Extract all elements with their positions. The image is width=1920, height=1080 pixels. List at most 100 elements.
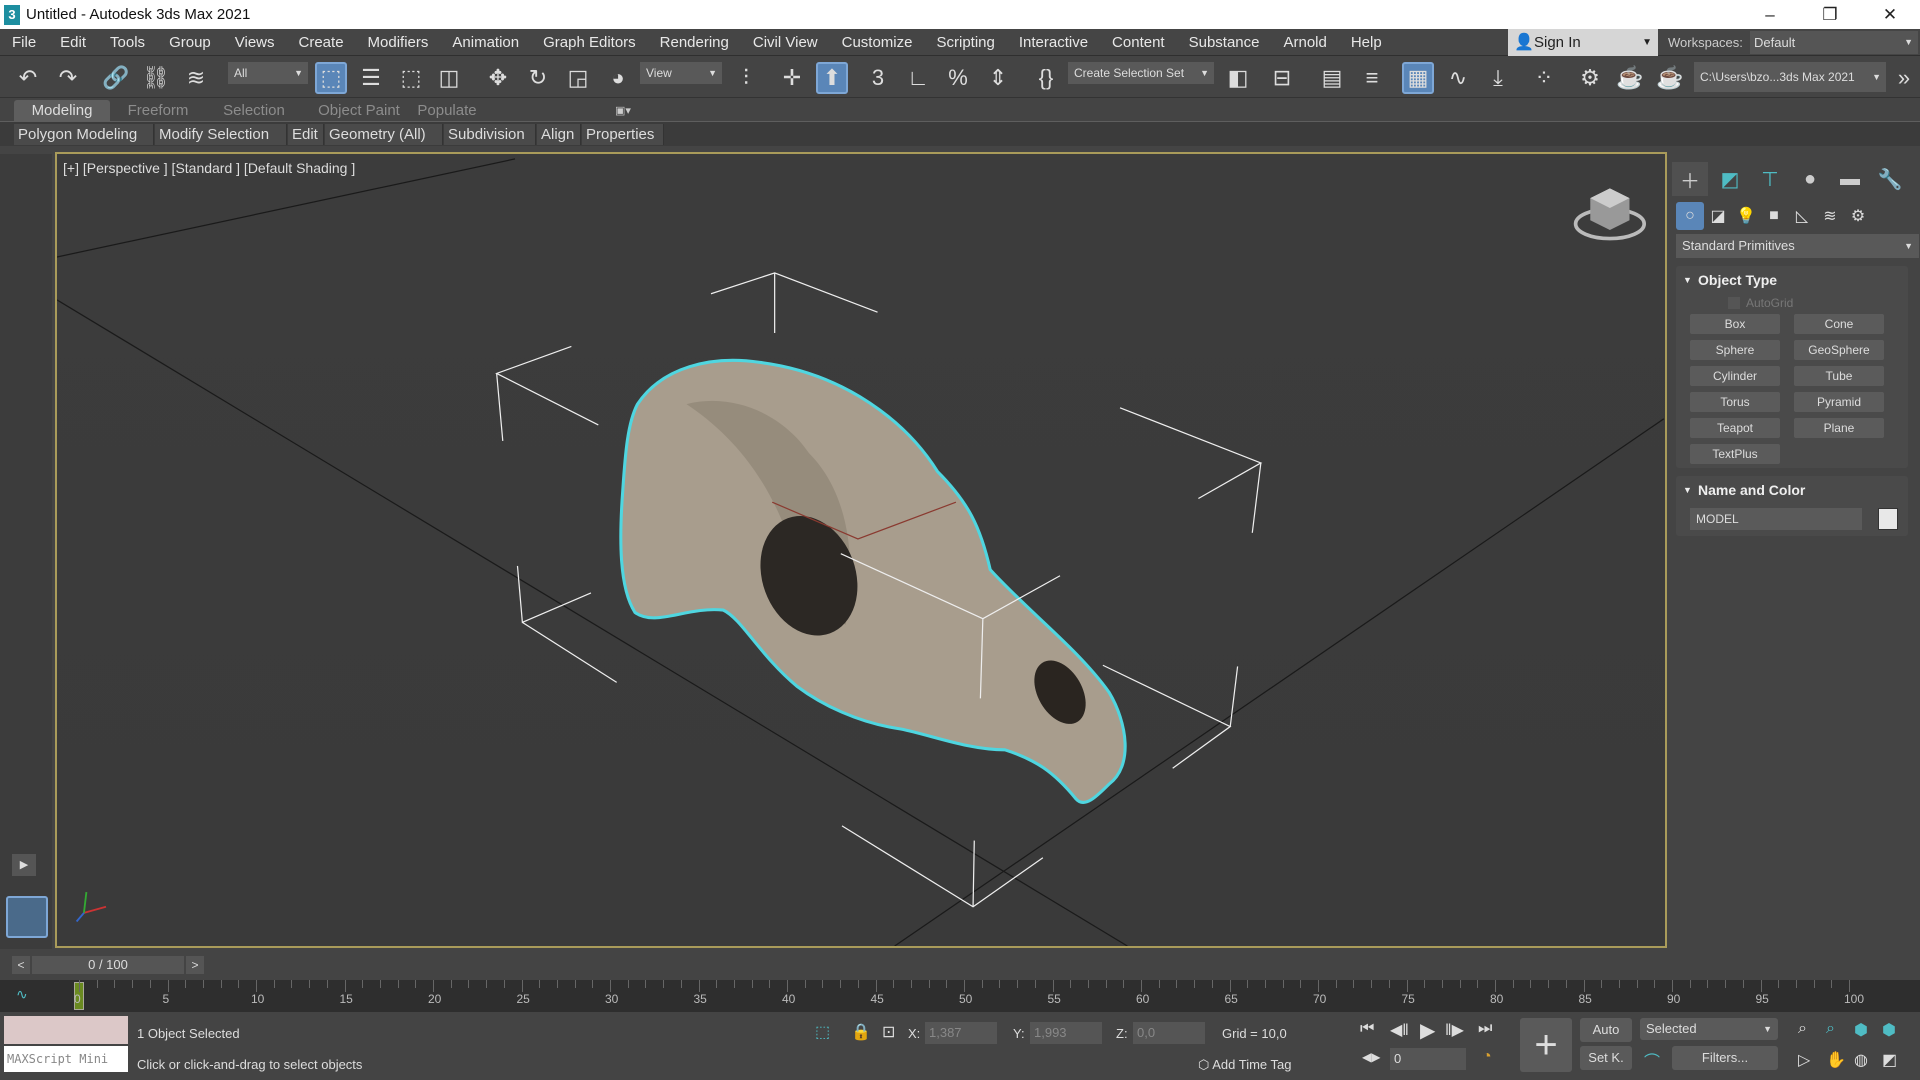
ribbon-panel-edit[interactable]: Edit	[288, 124, 324, 145]
menu-arnold[interactable]: Arnold	[1271, 34, 1338, 51]
create-box-button[interactable]: Box	[1690, 314, 1780, 334]
ribbon-panel-modify-selection[interactable]: Modify Selection	[155, 124, 287, 145]
current-frame-field[interactable]: 0	[1390, 1048, 1466, 1070]
tab-populate[interactable]: Populate	[406, 100, 488, 122]
systems-icon[interactable]: ⚙	[1844, 202, 1872, 230]
perspective-viewport[interactable]: [+] [Perspective ] [Standard ] [Default …	[55, 152, 1667, 948]
create-textplus-button[interactable]: TextPlus	[1690, 444, 1780, 464]
unlink-icon[interactable]: ⛓	[140, 62, 172, 94]
menu-edit[interactable]: Edit	[48, 34, 98, 51]
menu-group[interactable]: Group	[157, 34, 223, 51]
primitive-type-dropdown[interactable]: Standard Primitives ▼	[1676, 234, 1919, 258]
go-to-end-icon[interactable]: ⏭	[1478, 1020, 1492, 1038]
selection-filter-dropdown[interactable]: All ▼	[228, 62, 308, 84]
lights-icon[interactable]: 💡	[1732, 202, 1760, 230]
menu-graph-editors[interactable]: Graph Editors	[531, 34, 648, 51]
ribbon-panel-properties[interactable]: Properties	[582, 124, 664, 145]
key-tangent-icon[interactable]: ⌒	[1644, 1048, 1660, 1072]
geometry-icon[interactable]: ○	[1676, 202, 1704, 230]
z-coordinate-field[interactable]: 0,0	[1133, 1022, 1205, 1044]
object-type-header[interactable]: Object Type	[1676, 266, 1908, 288]
menu-animation[interactable]: Animation	[440, 34, 531, 51]
x-coordinate-field[interactable]: 1,387	[925, 1022, 997, 1044]
helpers-icon[interactable]: ◺	[1788, 202, 1816, 230]
create-tab-icon[interactable]: ＋	[1672, 162, 1708, 196]
menu-civil-view[interactable]: Civil View	[741, 34, 830, 51]
hierarchy-tab-icon[interactable]: ⊤	[1752, 162, 1788, 196]
layer-explorer-icon[interactable]: ≡	[1356, 62, 1388, 94]
dope-sheet-icon[interactable]: ⤓	[1482, 62, 1514, 94]
ribbon-toggle-icon[interactable]: ▦	[1402, 62, 1434, 94]
y-coordinate-field[interactable]: 1,993	[1030, 1022, 1102, 1044]
workspace-dropdown[interactable]: Default ▼	[1750, 31, 1918, 54]
cameras-icon[interactable]: ■	[1760, 202, 1788, 230]
create-plane-button[interactable]: Plane	[1794, 418, 1884, 438]
name-color-header[interactable]: Name and Color	[1676, 476, 1908, 498]
pivot-icon[interactable]: ⫶	[730, 62, 762, 94]
prev-frame-button[interactable]: <	[12, 956, 30, 974]
zoom-all-icon[interactable]: ⌕	[1826, 1020, 1835, 1038]
sign-in-button[interactable]: 👤 Sign In ▼	[1508, 29, 1658, 56]
selection-lock-icon[interactable]: 🔒	[851, 1022, 871, 1042]
utilities-tab-icon[interactable]: 🔧	[1872, 162, 1908, 196]
redo-icon[interactable]: ↷	[52, 62, 84, 94]
zoom-extents-icon[interactable]: ⬢	[1854, 1020, 1868, 1040]
set-key-button[interactable]: Set K.	[1580, 1046, 1632, 1070]
create-teapot-button[interactable]: Teapot	[1690, 418, 1780, 438]
add-time-tag-button[interactable]: ⬡ Add Time Tag	[1198, 1057, 1292, 1073]
ribbon-options-icon[interactable]: ▣▾	[608, 100, 638, 122]
curve-editor-mini-icon[interactable]: ∿	[16, 986, 28, 1003]
edit-named-sets-icon[interactable]: {}	[1030, 62, 1062, 94]
autogrid-checkbox[interactable]	[1728, 297, 1740, 309]
create-sphere-button[interactable]: Sphere	[1690, 340, 1780, 360]
spinner-snap-icon[interactable]: ⇕	[982, 62, 1014, 94]
tab-modeling[interactable]: Modeling	[14, 100, 110, 122]
ribbon-panel-align[interactable]: Align	[537, 124, 581, 145]
go-to-start-icon[interactable]: ⏮	[1360, 1020, 1374, 1038]
auto-key-button[interactable]: Auto	[1580, 1018, 1632, 1042]
select-object-icon[interactable]: ⬚	[315, 62, 347, 94]
orbit-icon[interactable]: ◍	[1854, 1050, 1868, 1070]
keyboard-shortcut-icon[interactable]: ⬆	[816, 62, 848, 94]
menu-views[interactable]: Views	[223, 34, 287, 51]
absolute-mode-icon[interactable]: ⊡	[882, 1022, 895, 1042]
menu-help[interactable]: Help	[1339, 34, 1394, 51]
menu-file[interactable]: File	[0, 34, 48, 51]
zoom-extents-all-icon[interactable]: ⬢	[1882, 1020, 1896, 1040]
align-icon[interactable]: ⊟	[1266, 62, 1298, 94]
mirror-icon[interactable]: ◧	[1222, 62, 1254, 94]
menu-rendering[interactable]: Rendering	[648, 34, 741, 51]
undo-icon[interactable]: ↶	[12, 62, 44, 94]
percent-snap-icon[interactable]: %	[942, 62, 974, 94]
snap-3d-icon[interactable]: 3	[862, 62, 894, 94]
curve-editor-icon[interactable]: ∿	[1442, 62, 1474, 94]
menu-tools[interactable]: Tools	[98, 34, 157, 51]
field-of-view-icon[interactable]: ▷	[1798, 1050, 1810, 1070]
maximize-viewport-icon[interactable]: ◩	[1882, 1050, 1897, 1070]
render-icon[interactable]: ☕	[1654, 62, 1686, 94]
minimize-button[interactable]: –	[1740, 0, 1800, 29]
create-torus-button[interactable]: Torus	[1690, 392, 1780, 412]
named-selection-set-dropdown[interactable]: Create Selection Set ▼	[1068, 62, 1214, 84]
create-cylinder-button[interactable]: Cylinder	[1690, 366, 1780, 386]
previous-frame-icon[interactable]: ◀‖	[1390, 1020, 1409, 1040]
key-filter-dropdown[interactable]: Selected ▼	[1640, 1018, 1778, 1040]
menu-create[interactable]: Create	[287, 34, 356, 51]
menu-modifiers[interactable]: Modifiers	[356, 34, 441, 51]
tab-object-paint[interactable]: Object Paint	[300, 100, 418, 122]
motion-tab-icon[interactable]: ●	[1792, 162, 1828, 196]
more-icon[interactable]: »	[1888, 62, 1920, 94]
tab-freeform[interactable]: Freeform	[118, 100, 198, 122]
ribbon-panel-subdivision[interactable]: Subdivision	[444, 124, 536, 145]
ribbon-panel-geometry-all-[interactable]: Geometry (All)	[325, 124, 443, 145]
close-button[interactable]: ✕	[1860, 0, 1920, 29]
next-frame-button[interactable]: >	[186, 956, 204, 974]
modify-tab-icon[interactable]: ◩	[1712, 162, 1748, 196]
menu-customize[interactable]: Customize	[830, 34, 925, 51]
tab-selection[interactable]: Selection	[212, 100, 296, 122]
scale-icon[interactable]: ◲	[562, 62, 594, 94]
set-key-big-button[interactable]: +	[1520, 1018, 1572, 1072]
project-folder-dropdown[interactable]: C:\Users\bzo...3ds Max 2021 ▼	[1694, 62, 1886, 92]
window-crossing-icon[interactable]: ◫	[433, 62, 465, 94]
create-geosphere-button[interactable]: GeoSphere	[1794, 340, 1884, 360]
